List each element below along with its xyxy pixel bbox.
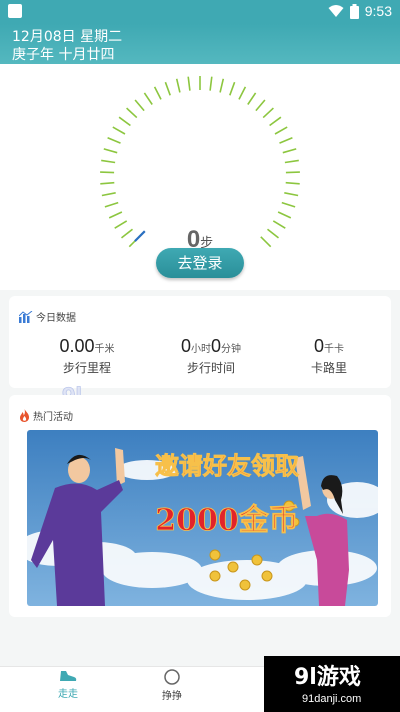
- dial-tick: [175, 78, 181, 93]
- dial-tick: [107, 136, 121, 144]
- tab-earn-label: 挣挣: [162, 691, 182, 702]
- walk-hours-value: 0: [180, 336, 191, 356]
- status-bar: 9:53: [0, 0, 400, 24]
- dial-tick: [285, 181, 300, 185]
- coin-icon: [164, 669, 180, 685]
- dial-tick: [118, 116, 131, 127]
- dial-tick: [104, 201, 119, 208]
- banner-art: 邀请好友领取 2000金币: [27, 430, 378, 606]
- login-button[interactable]: 去登录: [156, 248, 244, 278]
- tab-earn[interactable]: 挣挣: [142, 669, 202, 702]
- calorie-label: 卡路里: [310, 361, 347, 375]
- walk-hours-unit: 小时: [191, 344, 211, 355]
- distance-stat: 0.00千米 步行里程: [27, 336, 147, 376]
- dial-tick: [277, 211, 292, 219]
- sneaker-icon: [60, 671, 77, 681]
- dial-tick: [274, 126, 288, 135]
- dial-tick: [279, 136, 293, 144]
- dial-tick: [187, 76, 191, 91]
- dial-tick: [281, 201, 296, 208]
- hot-activity-card: 热门活动 邀请好友领取 2000金币: [9, 395, 391, 617]
- watermark-logo-text: 9l游戏: [294, 664, 361, 690]
- calorie-unit: 千卡: [324, 344, 344, 355]
- dial-tick: [153, 86, 162, 100]
- dial-tick: [134, 99, 145, 112]
- tab-walk[interactable]: 走走: [38, 669, 98, 700]
- dial-tick: [112, 126, 126, 135]
- walk-minutes-value: 0: [211, 336, 222, 356]
- dial-tick: [164, 81, 171, 96]
- dial-tick: [108, 211, 123, 219]
- distance-value: 0.00: [59, 336, 95, 356]
- dial-tick: [100, 181, 115, 185]
- bar-chart-icon: [19, 310, 33, 323]
- date-line: 12月08日 星期二: [12, 29, 123, 45]
- distance-label: 步行里程: [62, 361, 111, 375]
- distance-unit: 千米: [94, 344, 115, 355]
- calorie-value: 0: [313, 336, 324, 356]
- dial-tick: [282, 148, 297, 154]
- dial-tick: [209, 76, 213, 91]
- walk-time-label: 步行时间: [186, 361, 235, 375]
- dial-tick: [255, 99, 266, 112]
- dial-tick: [285, 171, 300, 174]
- dial-tick: [219, 78, 225, 93]
- dial-tick: [262, 107, 274, 119]
- dial-tick: [269, 116, 282, 127]
- dial-tick: [100, 171, 115, 174]
- dial-tick: [103, 148, 118, 154]
- banner-line2: 2000金币: [155, 503, 299, 538]
- walk-time-stat: 0小时0分钟 步行时间: [151, 336, 271, 376]
- corner-watermark: 9l游戏 91danji.com: [264, 656, 400, 712]
- wifi-icon: [328, 5, 344, 17]
- battery-icon: [349, 3, 359, 19]
- dial-tick: [284, 159, 299, 164]
- dial-tick: [238, 86, 247, 100]
- notification-icon: [8, 4, 22, 18]
- date-header: 12月08日 星期二 庚子年 十月廿四: [0, 24, 400, 64]
- dial-tick: [126, 107, 138, 119]
- lunar-date-line: 庚子年 十月廿四: [12, 47, 115, 63]
- dial-tick: [229, 81, 236, 96]
- status-time: 9:53: [364, 3, 392, 19]
- invite-friends-banner[interactable]: 邀请好友领取 2000金币: [27, 430, 378, 606]
- dial-tick: [101, 159, 116, 164]
- corner-watermark-logo: 9l游戏 91danji.com: [294, 664, 361, 705]
- dial-tick: [284, 192, 299, 197]
- flame-icon: [19, 409, 30, 422]
- today-data-card: 今日数据 0.00千米 步行里程 0小时0分钟 步行时间 0千卡 卡路里: [9, 296, 391, 388]
- banner-line1: 邀请好友领取: [155, 452, 299, 480]
- hot-activity-title: 热门活动: [19, 408, 73, 423]
- walk-minutes-unit: 分钟: [221, 344, 242, 355]
- calorie-stat: 0千卡 卡路里: [279, 336, 379, 376]
- tab-walk-label: 走走: [58, 689, 78, 700]
- hot-activity-title-text: 热门活动: [33, 412, 73, 423]
- dial-tick: [101, 192, 116, 197]
- watermark-site: 91danji.com: [302, 693, 361, 705]
- today-data-title: 今日数据: [19, 309, 76, 324]
- today-data-title-text: 今日数据: [36, 313, 76, 324]
- dial-tick: [247, 92, 257, 105]
- dial-tick: [143, 92, 153, 105]
